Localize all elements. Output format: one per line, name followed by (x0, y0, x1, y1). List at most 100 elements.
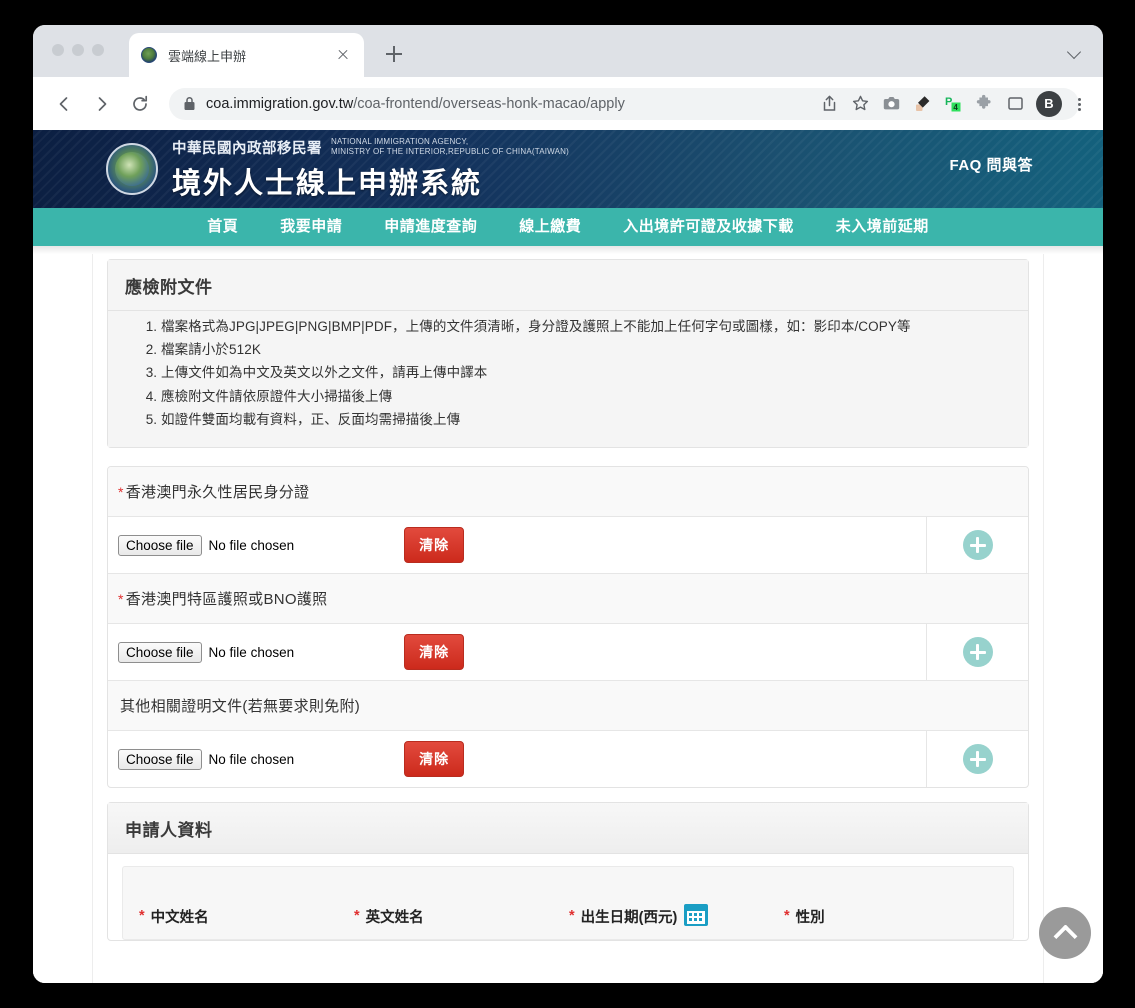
browser-tab[interactable]: 雲端線上申辦 (129, 33, 364, 77)
required-documents-body: 檔案格式為JPG|JPEG|PNG|BMP|PDF，上傳的文件須清晰，身分證及護… (108, 311, 1028, 448)
add-row-button[interactable] (962, 530, 993, 561)
nav-item-home[interactable]: 首頁 (186, 208, 259, 246)
applicant-field-row: * 中文姓名 * 英文姓名 * 出生日期(西元) * 性別 (122, 866, 1014, 941)
close-icon[interactable] (334, 46, 352, 64)
upload-add-cell (927, 731, 1028, 787)
list-item: 檔案格式為JPG|JPEG|PNG|BMP|PDF，上傳的文件須清晰，身分證及護… (161, 315, 1011, 338)
system-title: 境外人士線上申辦系統 (172, 167, 483, 200)
field-label-chinese-name: * 中文姓名 (139, 908, 209, 926)
field-label-gender: * 性別 (784, 908, 825, 926)
agency-name-en: NATIONAL IMMIGRATION AGENCY, MINISTRY OF… (331, 136, 570, 156)
upload-cell-hk-mo-passport: Choose file No file chosen 清除 (108, 624, 927, 681)
kebab-menu-icon[interactable] (1069, 91, 1089, 117)
upload-cell-other-documents: Choose file No file chosen 清除 (108, 731, 927, 788)
required-asterisk: * (354, 908, 360, 925)
browser-tab-strip: 雲端線上申辦 (33, 25, 1103, 77)
file-status-label: No file chosen (208, 644, 295, 660)
screenshot-camera-icon[interactable] (878, 91, 904, 117)
table-row: Choose file No file chosen 清除 (108, 517, 1028, 575)
main-navigation: 首頁 我要申請 申請進度查詢 線上繳費 入出境許可證及收據下載 未入境前延期 (33, 208, 1103, 246)
upload-label-hk-mo-id: * 香港澳門永久性居民身分證 (108, 467, 1028, 518)
minimize-window-button[interactable] (72, 44, 84, 56)
list-item: 上傳文件如為中文及英文以外之文件，請再上傳中譯本 (161, 361, 1011, 384)
choose-file-button[interactable]: Choose file (118, 748, 202, 770)
list-item: 應檢附文件請依原證件大小掃描後上傳 (161, 385, 1011, 408)
reload-icon[interactable] (125, 89, 155, 119)
browser-window: 雲端線上申辦 coa.immigration.gov.tw/coa-fronte… (33, 25, 1103, 983)
file-input-hk-mo-id[interactable]: Choose file No file chosen (118, 534, 295, 556)
required-asterisk: * (118, 591, 124, 608)
site-header: 中華民國內政部移民署 NATIONAL IMMIGRATION AGENCY, … (33, 130, 1103, 208)
upload-add-cell (927, 517, 1028, 573)
document-notes-list: 檔案格式為JPG|JPEG|PNG|BMP|PDF，上傳的文件須清晰，身分證及護… (161, 315, 1011, 431)
lock-icon (183, 96, 196, 111)
list-item: 如證件雙面均載有資料，正、反面均需掃描後上傳 (161, 408, 1011, 431)
applicant-info-body: * 中文姓名 * 英文姓名 * 出生日期(西元) * 性別 (108, 854, 1028, 941)
clear-button[interactable]: 清除 (404, 634, 465, 671)
chevron-up-icon (1052, 923, 1078, 948)
file-input-hk-mo-passport[interactable]: Choose file No file chosen (118, 641, 295, 663)
back-icon[interactable] (49, 89, 79, 119)
file-input-other-documents[interactable]: Choose file No file chosen (118, 748, 294, 770)
chevron-down-icon[interactable] (1067, 43, 1083, 59)
sidebar-icon[interactable] (1002, 91, 1028, 117)
nav-item-extension[interactable]: 未入境前延期 (815, 208, 950, 246)
list-item: 檔案請小於512K (161, 338, 1011, 361)
svg-text:4: 4 (953, 103, 958, 112)
nav-item-download[interactable]: 入出境許可證及收據下載 (602, 208, 815, 246)
file-status-label: No file chosen (208, 537, 295, 553)
puzzle-extension-icon[interactable] (971, 91, 997, 117)
page-viewport: 中華民國內政部移民署 NATIONAL IMMIGRATION AGENCY, … (33, 130, 1103, 983)
add-row-button[interactable] (962, 637, 993, 668)
table-row: Choose file No file chosen 清除 (108, 624, 1028, 682)
faq-link[interactable]: FAQ 問與答 (949, 154, 1033, 175)
applicant-info-title: 申請人資料 (125, 821, 213, 841)
profile-avatar[interactable]: B (1036, 90, 1062, 117)
nav-item-payment[interactable]: 線上繳費 (498, 208, 602, 246)
agency-name-cn: 中華民國內政部移民署 (172, 140, 322, 157)
p-extension-icon[interactable]: P4 (940, 91, 966, 117)
forward-icon[interactable] (87, 89, 117, 119)
url-text: coa.immigration.gov.tw/coa-frontend/over… (206, 95, 625, 112)
upload-cell-hk-mo-id: Choose file No file chosen 清除 (108, 517, 927, 574)
browser-toolbar: coa.immigration.gov.tw/coa-frontend/over… (33, 77, 1103, 130)
nav-item-apply[interactable]: 我要申請 (259, 208, 363, 246)
required-asterisk: * (784, 908, 790, 925)
applicant-info-panel: 申請人資料 * 中文姓名 * 英文姓名 * 出生日期(西元) * 性別 (107, 802, 1029, 942)
new-tab-button[interactable] (381, 41, 407, 67)
choose-file-button[interactable]: Choose file (118, 534, 202, 556)
scroll-to-top-button[interactable] (1039, 907, 1091, 959)
required-asterisk: * (118, 484, 124, 501)
upload-label-other-documents: 其他相關證明文件(若無要求則免附) (108, 681, 1028, 732)
share-icon[interactable] (816, 91, 842, 117)
clear-button[interactable]: 清除 (404, 527, 465, 564)
required-asterisk: * (139, 908, 145, 925)
eyedropper-icon[interactable] (909, 91, 935, 117)
table-row: Choose file No file chosen 清除 (108, 731, 1028, 788)
upload-label-hk-mo-passport: * 香港澳門特區護照或BNO護照 (108, 574, 1028, 625)
field-label-english-name: * 英文姓名 (354, 908, 424, 926)
add-row-button[interactable] (962, 744, 993, 775)
toolbar-actions: P4 B (816, 77, 1089, 130)
applicant-info-header: 申請人資料 (108, 803, 1028, 855)
svg-text:P: P (945, 96, 952, 108)
nav-item-progress[interactable]: 申請進度查詢 (363, 208, 498, 246)
nia-emblem-logo (106, 143, 158, 195)
bookmark-star-icon[interactable] (847, 91, 873, 117)
page-content: 應檢附文件 檔案格式為JPG|JPEG|PNG|BMP|PDF，上傳的文件須清晰… (33, 246, 1103, 983)
nia-emblem-icon (141, 47, 157, 63)
close-window-button[interactable] (52, 44, 64, 56)
field-label-birth-date: * 出生日期(西元) (569, 901, 784, 931)
document-upload-table: * 香港澳門永久性居民身分證 Choose file No file chosen… (107, 466, 1029, 789)
window-traffic-lights (52, 44, 104, 56)
maximize-window-button[interactable] (92, 44, 104, 56)
required-documents-panel: 應檢附文件 檔案格式為JPG|JPEG|PNG|BMP|PDF，上傳的文件須清晰… (107, 259, 1029, 449)
choose-file-button[interactable]: Choose file (118, 641, 202, 663)
required-asterisk: * (569, 908, 575, 925)
content-container: 應檢附文件 檔案格式為JPG|JPEG|PNG|BMP|PDF，上傳的文件須清晰… (92, 246, 1044, 983)
calendar-icon[interactable] (683, 901, 709, 931)
required-documents-header: 應檢附文件 (108, 260, 1028, 311)
site-header-text: 中華民國內政部移民署 NATIONAL IMMIGRATION AGENCY, … (172, 137, 569, 202)
tab-title: 雲端線上申辦 (168, 48, 247, 64)
clear-button[interactable]: 清除 (404, 741, 465, 778)
